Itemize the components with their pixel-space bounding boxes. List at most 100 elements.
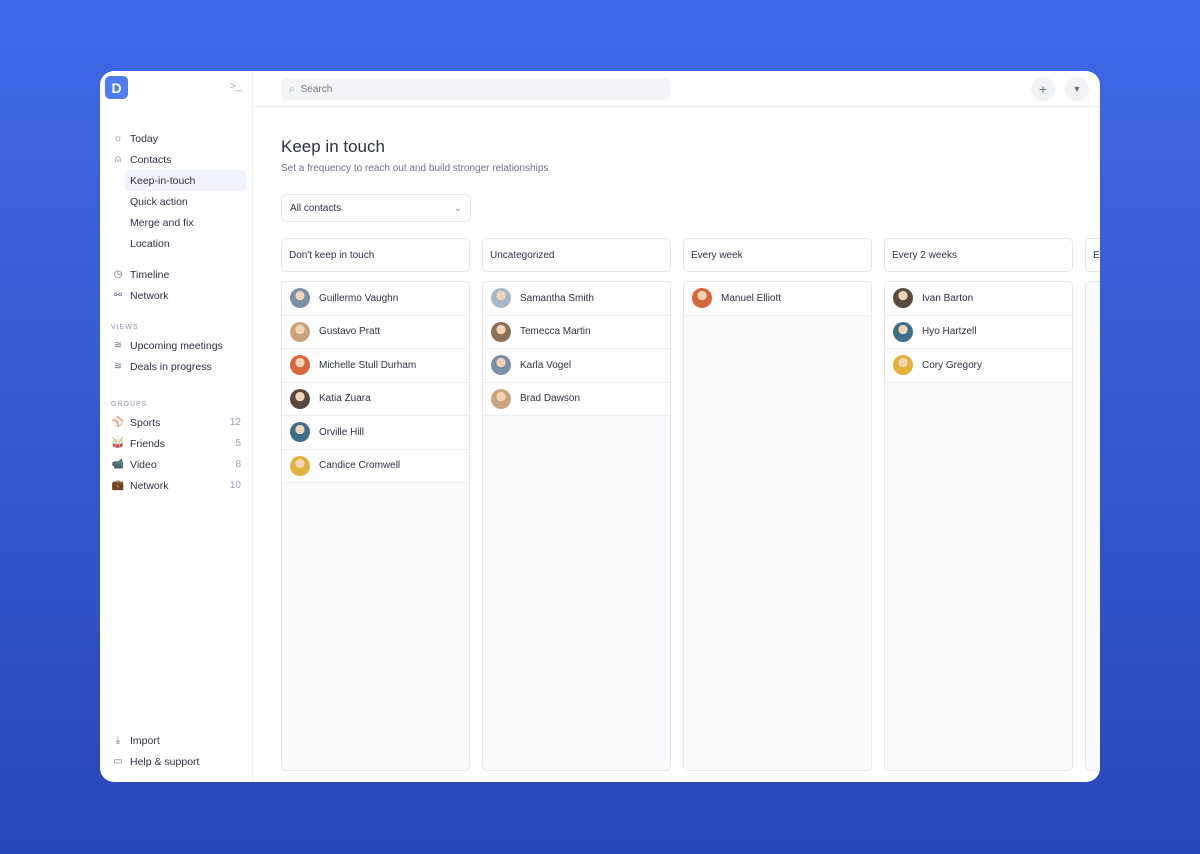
- page-subtitle: Set a frequency to reach out and build s…: [281, 163, 549, 174]
- contact-name: Guillermo Vaughn: [319, 292, 399, 304]
- contact-card[interactable]: Karla Vogel: [483, 349, 670, 383]
- group-emoji-icon: 🥁: [111, 438, 125, 449]
- column-title: Don't keep in touch: [289, 249, 375, 261]
- kanban-column: Every 2 weeks Ivan Barton Hyo Hartzell Cory…: [884, 238, 1073, 771]
- clock-icon: ◷: [113, 269, 123, 280]
- sidebar-item-video[interactable]: 📹 Video 8: [106, 454, 246, 475]
- contact-name: Candice Cromwell: [319, 460, 401, 472]
- avatar: [893, 288, 913, 309]
- contact-name: Orville Hill: [319, 426, 364, 438]
- sidebar-item-label: Network: [130, 289, 169, 302]
- sidebar-item-today[interactable]: ☼ Today: [106, 128, 246, 149]
- avatar: [893, 321, 913, 342]
- column-title: Every week: [691, 249, 743, 261]
- group-emoji-icon: ⚾: [111, 417, 125, 428]
- sidebar-item-label: Help & support: [130, 755, 200, 768]
- sidebar-item-label: Network: [130, 479, 169, 492]
- sidebar-item-timeline[interactable]: ◷ Timeline: [106, 264, 246, 285]
- group-count: 10: [229, 480, 241, 491]
- topbar: ⌕ + ▼: [253, 71, 1100, 107]
- contact-card[interactable]: Michelle Stull Durham: [282, 349, 469, 383]
- account-menu-button[interactable]: ▼: [1065, 77, 1089, 101]
- contact-card[interactable]: Ivan Barton: [885, 282, 1072, 316]
- contact-name: Temecca Martin: [520, 326, 591, 338]
- sidebar-nav: ☼ Today ⍝ Contacts Keep-in-touch Quick action…: [106, 128, 246, 496]
- avatar: [290, 455, 310, 476]
- sidebar-item-deals-in-progress[interactable]: ≋ Deals in progress: [106, 356, 246, 377]
- sidebar-item-merge-and-fix[interactable]: Merge and fix: [106, 212, 246, 233]
- sidebar-item-label: Keep-in-touch: [130, 174, 196, 187]
- sidebar-item-label: Sports: [130, 416, 161, 429]
- column-list: Manuel Elliott: [683, 281, 872, 771]
- app-logo[interactable]: D: [105, 76, 128, 99]
- sidebar-item-contacts[interactable]: ⍝ Contacts: [106, 149, 246, 170]
- sidebar-item-label: Today: [130, 132, 159, 145]
- column-header[interactable]: Don't keep in touch: [281, 238, 470, 272]
- avatar: [290, 321, 310, 342]
- search-box[interactable]: ⌕: [281, 78, 670, 100]
- add-button[interactable]: +: [1031, 77, 1055, 101]
- column-list: [1085, 281, 1100, 771]
- contact-card[interactable]: Manuel Elliott: [684, 282, 871, 316]
- sidebar-item-label: Quick action: [130, 195, 188, 208]
- layers-icon: ≋: [113, 361, 123, 372]
- column-list: Guillermo Vaughn Gustavo Pratt Michelle St…: [281, 281, 470, 771]
- sidebar-item-network[interactable]: 💼 Network 10: [106, 475, 246, 496]
- contact-card[interactable]: Orville Hill: [282, 416, 469, 450]
- sidebar-item-quick-action[interactable]: Quick action: [106, 191, 246, 212]
- contact-card[interactable]: Candice Cromwell: [282, 449, 469, 483]
- avatar: [290, 288, 310, 309]
- search-input[interactable]: [300, 83, 641, 95]
- column-list: Samantha Smith Temecca Martin Karla Vogel B…: [482, 281, 671, 771]
- sidebar-item-location[interactable]: Location: [106, 233, 246, 254]
- contact-card[interactable]: Hyo Hartzell: [885, 315, 1072, 349]
- contacts-filter-select[interactable]: All contacts ⌄: [281, 194, 471, 222]
- column-header[interactable]: Every week: [683, 238, 872, 272]
- share-icon: ⚯: [113, 290, 123, 301]
- views-title: VIEWS: [111, 324, 139, 331]
- caret-down-icon: ▼: [1072, 84, 1082, 94]
- sidebar-item-label: Contacts: [130, 153, 172, 166]
- column-header[interactable]: Uncategorized: [482, 238, 671, 272]
- sidebar-item-network[interactable]: ⚯ Network: [106, 285, 246, 306]
- contact-card[interactable]: Katia Zuara: [282, 382, 469, 416]
- contact-card[interactable]: Brad Dawson: [483, 382, 670, 416]
- app-window: D >_ ☼ Today ⍝ Contacts Keep-in-touch Quick a…: [100, 71, 1100, 782]
- avatar: [491, 288, 511, 309]
- column-header[interactable]: Every month: [1085, 238, 1100, 272]
- column-header[interactable]: Every 2 weeks: [884, 238, 1073, 272]
- plus-icon: +: [1038, 81, 1048, 97]
- group-count: 8: [235, 459, 241, 470]
- contact-name: Manuel Elliott: [721, 292, 782, 304]
- chevron-down-icon: ⌄: [453, 202, 462, 214]
- sidebar-item-upcoming-meetings[interactable]: ≋ Upcoming meetings: [106, 335, 246, 356]
- avatar: [491, 355, 511, 376]
- kanban-column: Every month: [1085, 238, 1100, 771]
- column-title: Every 2 weeks: [892, 249, 958, 261]
- search-icon: ⌕: [289, 83, 295, 95]
- sidebar-item-keep-in-touch[interactable]: Keep-in-touch: [125, 170, 246, 191]
- contact-card[interactable]: Temecca Martin: [483, 315, 670, 349]
- kanban-column: Every week Manuel Elliott: [683, 238, 872, 771]
- contact-card[interactable]: Gustavo Pratt: [282, 315, 469, 349]
- terminal-icon[interactable]: >_: [230, 81, 241, 92]
- sidebar-item-label: Upcoming meetings: [130, 339, 223, 352]
- sidebar-item-friends[interactable]: 🥁 Friends 5: [106, 433, 246, 454]
- sidebar-item-help-support[interactable]: ▭ Help & support: [106, 751, 246, 772]
- contact-name: Katia Zuara: [319, 393, 371, 405]
- sun-icon: ☼: [113, 133, 123, 144]
- group-emoji-icon: 💼: [111, 480, 125, 491]
- group-emoji-icon: 📹: [111, 459, 125, 470]
- avatar: [290, 355, 310, 376]
- sidebar-item-sports[interactable]: ⚾ Sports 12: [106, 412, 246, 433]
- contact-card[interactable]: Cory Gregory: [885, 349, 1072, 383]
- sidebar-item-import[interactable]: ⤓ Import: [106, 730, 246, 751]
- sidebar-item-label: Import: [130, 734, 160, 747]
- filter-value: All contacts: [290, 202, 342, 214]
- contact-card[interactable]: Guillermo Vaughn: [282, 282, 469, 316]
- download-icon: ⤓: [115, 735, 121, 746]
- column-title: Uncategorized: [490, 249, 555, 261]
- contact-card[interactable]: Samantha Smith: [483, 282, 670, 316]
- contact-name: Hyo Hartzell: [922, 326, 977, 338]
